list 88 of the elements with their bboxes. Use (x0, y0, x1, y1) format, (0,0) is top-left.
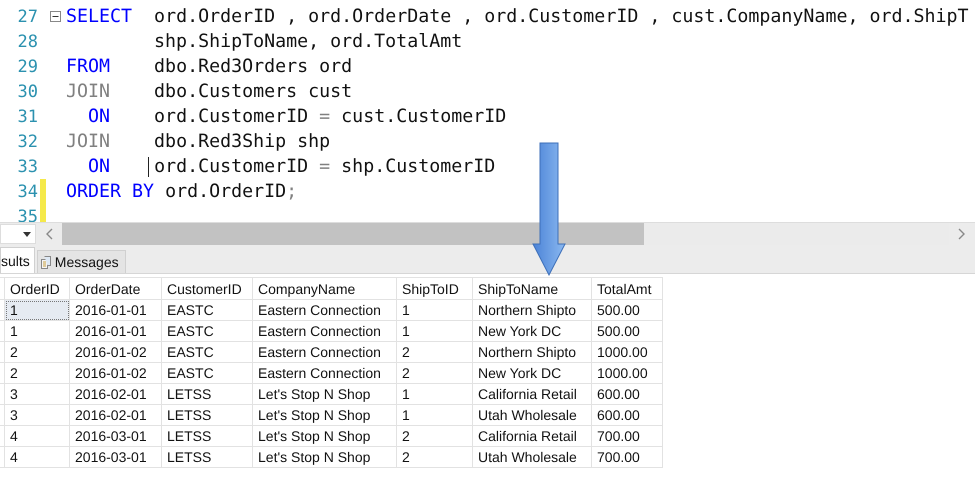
table-cell: Eastern Connection (252, 362, 396, 384)
column-header[interactable]: CustomerID (162, 278, 252, 300)
table-cell: EASTC (162, 320, 252, 342)
line-number: 28 (16, 32, 38, 52)
table-cell: 500.00 (592, 300, 662, 320)
code-line: FROM dbo.Red3Orders ord (66, 56, 352, 77)
column-header[interactable]: TotalAmt (592, 278, 662, 300)
table-cell: 2 (396, 426, 472, 446)
table-cell: Eastern Connection (252, 320, 396, 342)
table-cell: Let's Stop N Shop (252, 426, 396, 446)
table-cell: 1000.00 (592, 342, 662, 362)
table-cell: 1 (396, 384, 472, 404)
line-number: 27 (16, 6, 38, 26)
column-header[interactable]: OrderDate (70, 278, 162, 300)
table-cell: LETSS (162, 384, 252, 404)
scrollbar-thumb[interactable] (62, 223, 644, 245)
column-header[interactable]: ShipToName (472, 278, 592, 300)
table-cell: 1 (4, 320, 70, 342)
table-cell: 2016-01-01 (70, 300, 162, 320)
code-line: JOIN dbo.Red3Ship shp (66, 131, 330, 152)
zoom-dropdown[interactable] (0, 224, 36, 244)
results-tab[interactable]: Messages (36, 250, 126, 273)
table-cell: 600.00 (592, 404, 662, 426)
line-number: 31 (16, 106, 38, 126)
table-cell: 2016-01-02 (70, 362, 162, 384)
code-line: ORDER BY ord.OrderID; (66, 181, 298, 202)
table-cell: 1 (396, 404, 472, 426)
table-cell: 1 (4, 300, 70, 320)
table-cell: LETSS (162, 426, 252, 446)
table-cell: Northern Shipto (472, 300, 592, 320)
table-cell: LETSS (162, 446, 252, 468)
table-cell: EASTC (162, 300, 252, 320)
table-cell: 2016-01-01 (70, 320, 162, 342)
table-cell: 1000.00 (592, 362, 662, 384)
line-number: 30 (16, 82, 38, 102)
table-cell: 2016-03-01 (70, 426, 162, 446)
table-cell: 1 (396, 300, 472, 320)
scroll-right-icon[interactable] (958, 228, 966, 240)
table-cell: Northern Shipto (472, 342, 592, 362)
table-cell: Utah Wholesale (472, 404, 592, 426)
table-cell: 2016-02-01 (70, 404, 162, 426)
table-cell: 2 (4, 342, 70, 362)
table-cell: New York DC (472, 320, 592, 342)
line-number: 32 (16, 132, 38, 152)
dropdown-arrow-icon (23, 232, 31, 236)
table-cell: Eastern Connection (252, 342, 396, 362)
table-cell: LETSS (162, 404, 252, 426)
code-line: ON ord.CustomerID = shp.CustomerID (87, 156, 496, 177)
scroll-left-icon[interactable] (45, 228, 53, 240)
table-cell: 4 (4, 446, 70, 468)
code-line: SELECT ord.OrderID , ord.OrderDate , ord.CustomerID , cust.CompanyName, ord.ShipT (66, 6, 969, 27)
table-cell: California Retail (472, 384, 592, 404)
table-cell: 1 (396, 320, 472, 342)
table-cell: 2016-01-02 (70, 342, 162, 362)
table-cell: 2 (396, 446, 472, 468)
table-cell: Let's Stop N Shop (252, 384, 396, 404)
code-line: ON ord.CustomerID = cust.CustomerID (87, 106, 506, 127)
table-cell: 500.00 (592, 320, 662, 342)
table-cell: 3 (4, 404, 70, 426)
table-cell: 2 (396, 342, 472, 362)
table-cell: 4 (4, 426, 70, 446)
table-cell: 600.00 (592, 384, 662, 404)
table-cell: Let's Stop N Shop (252, 446, 396, 468)
column-header[interactable]: CompanyName (252, 278, 396, 300)
table-cell: 700.00 (592, 426, 662, 446)
results-tab[interactable]: sults (0, 247, 35, 273)
table-cell: EASTC (162, 342, 252, 362)
table-cell: 3 (4, 384, 70, 404)
document-icon (40, 256, 52, 268)
table-cell: New York DC (472, 362, 592, 384)
table-cell: 2 (4, 362, 70, 384)
code-line: shp.ShipToName, ord.TotalAmt (153, 31, 462, 52)
table-cell: Eastern Connection (252, 300, 396, 320)
table-cell: California Retail (472, 426, 592, 446)
code-line: JOIN dbo.Customers cust (66, 81, 352, 102)
table-cell: 2016-02-01 (70, 384, 162, 404)
collapse-icon[interactable] (50, 11, 61, 22)
table-cell: 2 (396, 362, 472, 384)
line-number: 35 (16, 206, 38, 222)
table-cell: Utah Wholesale (472, 446, 592, 468)
table-cell: EASTC (162, 362, 252, 384)
table-cell: 2016-03-01 (70, 446, 162, 468)
table-cell: Let's Stop N Shop (252, 404, 396, 426)
line-number: 33 (16, 156, 38, 176)
table-cell: 700.00 (592, 446, 662, 468)
column-header[interactable]: ShipToID (396, 278, 472, 300)
line-number: 34 (16, 182, 38, 202)
line-number: 29 (16, 56, 38, 76)
